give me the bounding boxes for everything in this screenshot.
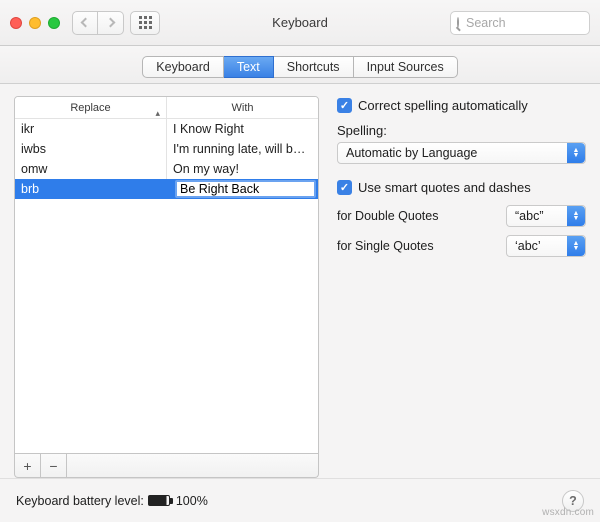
tab-text[interactable]: Text [224, 56, 274, 78]
forward-button[interactable] [98, 11, 124, 35]
titlebar: Keyboard [0, 0, 600, 46]
grid-icon [139, 16, 152, 29]
zoom-window-button[interactable] [48, 17, 60, 29]
quote-options: for Double Quotes “abc” ▲▼ for Single Qu… [337, 205, 586, 257]
replacements-panel: Replace ▴ With ikr I Know Right iwbs I'm… [14, 96, 319, 478]
show-all-button[interactable] [130, 11, 160, 35]
select-arrows-icon: ▲▼ [567, 236, 585, 256]
battery-percent: 100% [176, 494, 208, 508]
search-input[interactable] [464, 15, 600, 31]
column-header-replace[interactable]: Replace ▴ [15, 97, 166, 118]
spelling-label: Spelling: [337, 123, 586, 138]
content-area: Replace ▴ With ikr I Know Right iwbs I'm… [0, 84, 600, 478]
add-button[interactable]: + [15, 454, 41, 477]
double-quotes-select[interactable]: “abc” ▲▼ [506, 205, 586, 227]
single-quotes-label: for Single Quotes [337, 239, 498, 253]
chevron-left-icon [80, 18, 90, 28]
chevron-right-icon [106, 18, 116, 28]
smart-quotes-row[interactable]: ✓ Use smart quotes and dashes [337, 180, 586, 195]
cell-with[interactable]: Be Right Back [172, 179, 318, 199]
battery-icon [148, 495, 170, 506]
spelling-select[interactable]: Automatic by Language ▲▼ [337, 142, 586, 164]
search-field[interactable] [450, 11, 590, 35]
spelling-value: Automatic by Language [346, 146, 477, 160]
footer: Keyboard battery level: 100% ? [0, 478, 600, 522]
table-row[interactable]: ikr I Know Right [15, 119, 318, 139]
correct-spelling-row[interactable]: ✓ Correct spelling automatically [337, 98, 586, 113]
table-header: Replace ▴ With [15, 97, 318, 119]
minimize-window-button[interactable] [29, 17, 41, 29]
chevron-up-icon: ▴ [155, 102, 160, 124]
remove-button[interactable]: − [41, 454, 67, 477]
tab-shortcuts[interactable]: Shortcuts [274, 56, 354, 78]
back-button[interactable] [72, 11, 98, 35]
watermark: wsxdn.com [542, 507, 594, 518]
single-quotes-value: ‘abc’ [515, 239, 541, 253]
cell-replace[interactable]: iwbs [15, 139, 166, 159]
table-row[interactable]: brb Be Right Back [15, 179, 318, 199]
cell-with[interactable]: I Know Right [166, 119, 318, 139]
double-quotes-value: “abc” [515, 209, 543, 223]
cell-replace[interactable]: omw [15, 159, 166, 179]
cell-replace[interactable]: ikr [15, 119, 166, 139]
smart-quotes-label: Use smart quotes and dashes [358, 180, 531, 195]
cell-with[interactable]: On my way! [166, 159, 318, 179]
cell-replace[interactable]: brb [15, 179, 172, 199]
nav-buttons [72, 11, 124, 35]
column-header-with[interactable]: With [166, 97, 318, 118]
settings-panel: ✓ Correct spelling automatically Spellin… [337, 96, 586, 478]
correct-spelling-label: Correct spelling automatically [358, 98, 528, 113]
window-controls [10, 17, 60, 29]
search-icon [457, 17, 459, 28]
battery-label: Keyboard battery level: [16, 494, 144, 508]
double-quotes-label: for Double Quotes [337, 209, 498, 223]
single-quotes-select[interactable]: ‘abc’ ▲▼ [506, 235, 586, 257]
close-window-button[interactable] [10, 17, 22, 29]
cell-editor[interactable]: Be Right Back [175, 180, 316, 198]
checkbox-correct-spelling[interactable]: ✓ [337, 98, 352, 113]
table-footer: + − [14, 454, 319, 478]
checkbox-smart-quotes[interactable]: ✓ [337, 180, 352, 195]
select-arrows-icon: ▲▼ [567, 143, 585, 163]
replacements-table[interactable]: Replace ▴ With ikr I Know Right iwbs I'm… [14, 96, 319, 454]
table-body: ikr I Know Right iwbs I'm running late, … [15, 119, 318, 453]
table-row[interactable]: iwbs I'm running late, will be the... [15, 139, 318, 159]
cell-with[interactable]: I'm running late, will be the... [166, 139, 318, 159]
tab-input-sources[interactable]: Input Sources [354, 56, 458, 78]
select-arrows-icon: ▲▼ [567, 206, 585, 226]
tab-bar: Keyboard Text Shortcuts Input Sources [0, 46, 600, 84]
table-row[interactable]: omw On my way! [15, 159, 318, 179]
tab-keyboard[interactable]: Keyboard [142, 56, 224, 78]
